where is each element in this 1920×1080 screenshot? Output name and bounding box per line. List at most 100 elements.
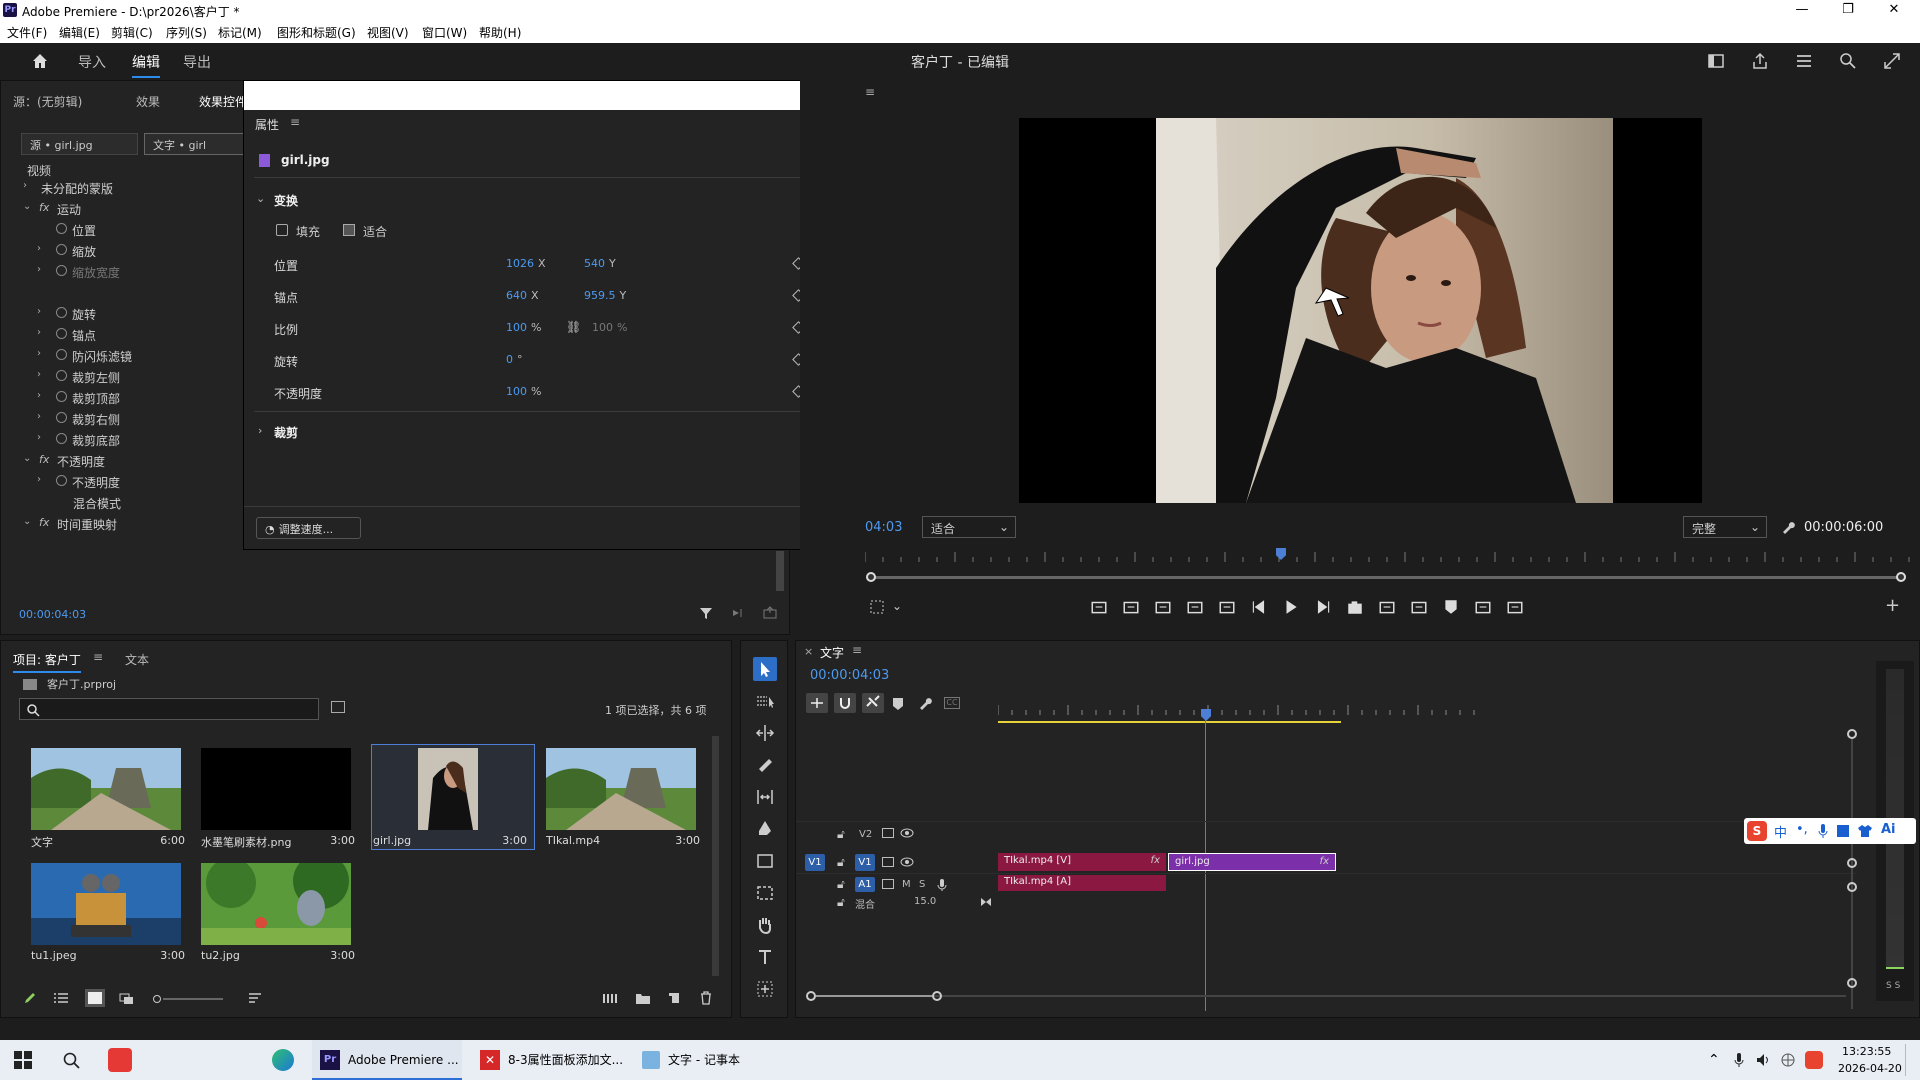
ime-chinese-mode[interactable]: 中	[1774, 822, 1787, 841]
lock-icon[interactable]: 🔓︎	[837, 855, 845, 870]
vertical-scroll-handle-bottom[interactable]	[1847, 978, 1857, 988]
zoom-slider[interactable]	[163, 998, 223, 1000]
sogou-tray-icon[interactable]	[1805, 1040, 1823, 1080]
menu-graphics[interactable]: 图形和标题(G)	[277, 24, 356, 41]
search-icon[interactable]	[62, 1040, 82, 1080]
effect-row[interactable]: › 锚点	[19, 326, 244, 343]
media-thumbnail[interactable]	[373, 748, 523, 830]
chevron-down-icon[interactable]: ⌄	[23, 201, 31, 212]
media-thumbnail[interactable]	[546, 748, 696, 830]
lock-icon[interactable]: 🔓︎	[837, 877, 845, 892]
sync-lock-icon[interactable]	[882, 857, 894, 867]
stopwatch-icon[interactable]	[56, 307, 67, 318]
type-tool-icon[interactable]	[753, 945, 777, 969]
mute-button[interactable]: M	[902, 879, 911, 890]
fit-icon[interactable]	[343, 224, 355, 236]
microphone-icon[interactable]	[1734, 1040, 1750, 1080]
tab-effects[interactable]: 效果	[136, 93, 160, 110]
chevron-right-icon[interactable]: ›	[37, 243, 41, 254]
clip-girl-image[interactable]: girl.jpg fx	[1168, 853, 1336, 871]
play-audio-icon[interactable]	[731, 606, 745, 620]
captions-icon[interactable]: CC	[944, 697, 960, 709]
icon-view-icon[interactable]	[85, 989, 105, 1007]
panel-menu-icon[interactable]: ≡	[290, 115, 300, 129]
pencil-icon[interactable]	[23, 991, 37, 1005]
maximize-button[interactable]: ❐	[1826, 0, 1870, 21]
hand-tool-icon[interactable]	[753, 913, 777, 937]
fill-icon[interactable]	[276, 224, 288, 236]
zoom-slider-handle[interactable]	[153, 995, 161, 1003]
chevron-right-icon[interactable]: ›	[37, 327, 41, 338]
step-forward-icon[interactable]	[1314, 598, 1332, 616]
fit-label[interactable]: 适合	[363, 223, 387, 240]
effect-row[interactable]: › 未分配的蒙版	[19, 179, 244, 196]
chevron-right-icon[interactable]: ›	[37, 390, 41, 401]
snap-icon[interactable]	[834, 693, 856, 713]
menu-sequence[interactable]: 序列(S)	[166, 24, 207, 41]
minimize-button[interactable]: —	[1780, 0, 1824, 21]
chevron-down-icon[interactable]: ⌄	[23, 453, 31, 464]
ime-toolbar[interactable]: S 中 •, Ai	[1744, 818, 1916, 844]
go-to-out-icon[interactable]	[1506, 598, 1524, 616]
wrench-icon[interactable]	[1781, 520, 1795, 534]
property-value-2[interactable]: 959.5 Y	[584, 289, 626, 302]
property-value[interactable]: 1026 X	[506, 257, 546, 270]
clip-tikal-video[interactable]: TIkal.mp4 [V] fx	[998, 853, 1166, 871]
filter-icon[interactable]	[699, 606, 713, 620]
transform-section[interactable]: 变换	[274, 192, 298, 209]
adjust-speed-button[interactable]: ◔ 调整速度...	[256, 517, 361, 539]
work-area-bar[interactable]	[998, 721, 1341, 723]
stopwatch-icon[interactable]	[56, 223, 67, 234]
automate-sequence-icon[interactable]	[603, 991, 619, 1005]
fx-toggle-icon[interactable]: fx	[39, 201, 49, 214]
effect-row[interactable]: › 缩放宽度	[19, 263, 244, 280]
scrollbar[interactable]	[776, 551, 784, 591]
list-view-icon[interactable]	[53, 991, 69, 1005]
linked-selection-icon[interactable]	[862, 693, 884, 713]
timeline-ruler[interactable]	[998, 705, 1488, 715]
quality-dropdown[interactable]: 完整 ⌄	[1683, 516, 1767, 538]
panel-layout-icon[interactable]	[1706, 51, 1726, 71]
zoom-handle-right[interactable]	[1896, 572, 1906, 582]
lift-icon[interactable]	[1090, 598, 1108, 616]
effect-row[interactable]	[19, 284, 244, 301]
lock-icon[interactable]: 🔓︎	[837, 827, 845, 842]
chevron-up-icon[interactable]: ⌃	[1708, 1040, 1724, 1080]
extract-icon[interactable]	[1122, 598, 1140, 616]
property-value[interactable]: 0 °	[506, 353, 523, 366]
safe-margins-icon[interactable]	[870, 600, 886, 614]
search-input[interactable]	[19, 698, 319, 720]
media-thumbnail[interactable]	[201, 748, 351, 830]
step-back-icon[interactable]	[1250, 598, 1268, 616]
trash-icon[interactable]	[699, 991, 713, 1005]
timeline-timecode[interactable]: 00:00:04:03	[810, 668, 889, 683]
menu-help[interactable]: 帮助(H)	[479, 24, 521, 41]
microphone-icon[interactable]	[937, 878, 947, 892]
edge-browser-icon[interactable]	[272, 1040, 296, 1080]
track-v1-label[interactable]: V1	[855, 854, 875, 871]
ime-punctuation[interactable]: •,	[1796, 822, 1808, 837]
share-icon[interactable]	[1750, 51, 1770, 71]
chevron-down-icon[interactable]: ⌄	[256, 192, 265, 205]
media-thumbnail[interactable]	[201, 863, 351, 945]
stopwatch-icon[interactable]	[56, 370, 67, 381]
link-icon[interactable]: ⛓	[566, 320, 581, 334]
effect-row[interactable]: › 裁剪右侧	[19, 410, 244, 427]
property-value-2[interactable]: 540 Y	[584, 257, 616, 270]
tab-sequence[interactable]: 文字	[820, 644, 844, 661]
freeform-view-icon[interactable]	[119, 991, 135, 1005]
selection-tool-icon[interactable]	[753, 657, 777, 681]
lock-icon[interactable]: 🔓︎	[837, 895, 845, 910]
slip-tool-icon[interactable]	[753, 785, 777, 809]
effect-row[interactable]: 位置	[19, 221, 244, 238]
eye-icon[interactable]	[900, 857, 914, 867]
timeline-playhead-marker[interactable]	[1201, 709, 1211, 721]
stopwatch-icon[interactable]	[56, 475, 67, 486]
stopwatch-icon[interactable]	[56, 349, 67, 360]
chevron-down-icon[interactable]: ⌄	[23, 516, 31, 527]
track-select-tool-icon[interactable]	[753, 689, 777, 713]
zoom-bar[interactable]	[870, 576, 1900, 579]
camera-icon[interactable]	[1346, 598, 1364, 616]
effect-row[interactable]: › 缩放	[19, 242, 244, 259]
stopwatch-icon[interactable]	[56, 265, 67, 276]
